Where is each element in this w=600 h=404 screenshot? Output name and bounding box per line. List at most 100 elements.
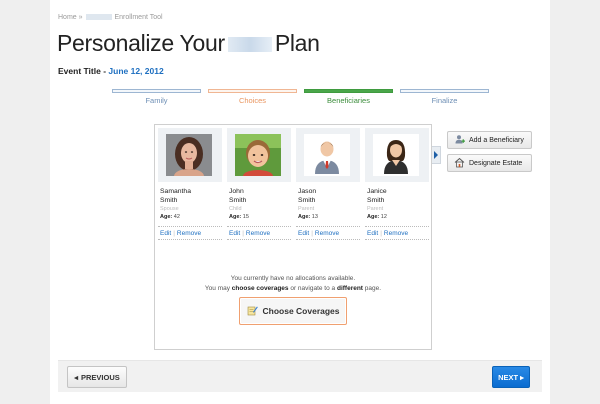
allocation-message: You currently have no allocations availa…: [230, 275, 356, 282]
beneficiary-card: Janice Smith Parent Age: 12 Edit | Remove: [365, 128, 429, 240]
step-label: Family: [145, 96, 168, 105]
avatar-tile: [296, 128, 360, 182]
edit-link[interactable]: Edit: [160, 230, 171, 237]
beneficiary-last-name: Smith: [367, 197, 385, 204]
scroll-right-arrow-icon[interactable]: [432, 146, 441, 164]
choose-coverages-label: Choose Coverages: [262, 306, 340, 316]
beneficiary-card: John Smith Child Age: 15 Edit | Remove: [227, 128, 291, 240]
step-choices[interactable]: Choices: [208, 89, 297, 105]
step-bar: [304, 89, 393, 93]
add-beneficiary-label: Add a Beneficiary: [469, 136, 524, 144]
age-label: Age:: [160, 214, 173, 220]
redacted-text: [227, 37, 272, 52]
breadcrumb-separator: »: [78, 14, 83, 21]
wizard-footer: ◂ PREVIOUS NEXT ▸: [58, 360, 542, 392]
divider: |: [311, 230, 313, 237]
choose-coverages-link[interactable]: choose coverages: [232, 285, 289, 292]
progress-steps: Family Choices Beneficiaries Finalize: [112, 89, 490, 109]
beneficiary-card: Samantha Smith Spouse Age: 42 Edit | Remov…: [158, 128, 222, 240]
boy-photo: [235, 134, 281, 176]
designate-estate-button[interactable]: Designate Estate: [447, 154, 532, 172]
age-label: Age:: [229, 214, 242, 220]
age-value: 15: [242, 214, 249, 220]
house-icon: [454, 157, 465, 170]
step-family[interactable]: Family: [112, 89, 201, 105]
different-page-link[interactable]: different: [337, 285, 363, 292]
hint-text: or navigate to a: [290, 285, 336, 292]
beneficiary-relation: Spouse: [160, 206, 179, 212]
page-title-prefix: Personalize Your: [57, 30, 225, 56]
edit-link[interactable]: Edit: [367, 230, 378, 237]
step-bar: [112, 89, 201, 93]
female-user-icon: [373, 134, 419, 176]
step-label: Choices: [238, 96, 267, 105]
step-beneficiaries[interactable]: Beneficiaries: [304, 89, 393, 105]
beneficiary-first-name: John: [229, 188, 244, 195]
beneficiary-first-name: Samantha: [160, 188, 191, 195]
previous-label: PREVIOUS: [81, 372, 120, 382]
remove-link[interactable]: Remove: [177, 230, 201, 237]
redacted-text: [85, 14, 112, 21]
remove-link[interactable]: Remove: [384, 230, 408, 237]
allocation-hint: You may choose coverages or navigate to …: [155, 285, 431, 292]
edit-link[interactable]: Edit: [229, 230, 240, 237]
breadcrumb-current: Enrollment Tool: [114, 14, 163, 21]
beneficiary-panel: Samantha Smith Spouse Age: 42 Edit | Remov…: [154, 124, 432, 350]
edit-link[interactable]: Edit: [298, 230, 309, 237]
card-actions: Edit | Remove: [227, 226, 291, 240]
remove-link[interactable]: Remove: [246, 230, 270, 237]
beneficiary-first-name: Janice: [367, 188, 387, 195]
divider: |: [242, 230, 244, 237]
event-title: Event Title - June 12, 2012: [58, 66, 164, 76]
hint-text: page.: [364, 285, 382, 292]
event-label: Event Title -: [58, 66, 107, 76]
pencil-notepad-icon: [247, 305, 258, 318]
beneficiary-last-name: Smith: [229, 197, 247, 204]
age-label: Age:: [298, 214, 311, 220]
step-label: Beneficiaries: [327, 96, 370, 105]
next-button[interactable]: NEXT ▸: [492, 366, 530, 388]
previous-button[interactable]: ◂ PREVIOUS: [67, 366, 127, 388]
avatar-tile: [158, 128, 222, 182]
chevron-right-icon: ▸: [520, 372, 524, 382]
beneficiary-relation: Parent: [298, 206, 315, 212]
card-actions: Edit | Remove: [158, 226, 222, 240]
breadcrumb: Home » Enrollment Tool: [58, 14, 163, 21]
divider: |: [380, 230, 382, 237]
card-actions: Edit | Remove: [365, 226, 429, 240]
beneficiary-age: Age: 12: [365, 214, 429, 220]
divider: |: [173, 230, 175, 237]
add-beneficiary-button[interactable]: Add a Beneficiary: [447, 131, 532, 149]
event-date: June 12, 2012: [108, 66, 164, 76]
beneficiary-relation: Parent: [367, 206, 384, 212]
step-finalize[interactable]: Finalize: [400, 89, 489, 105]
card-actions: Edit | Remove: [296, 226, 360, 240]
designate-estate-label: Designate Estate: [469, 159, 523, 167]
age-value: 13: [311, 214, 318, 220]
step-label: Finalize: [431, 96, 458, 105]
beneficiary-last-name: Smith: [298, 197, 316, 204]
beneficiary-card: Jason Smith Parent Age: 13 Edit | Remove: [296, 128, 360, 240]
avatar-tile: [227, 128, 291, 182]
next-label: NEXT: [498, 372, 519, 382]
beneficiary-age: Age: 13: [296, 214, 360, 220]
beneficiary-age: Age: 15: [227, 214, 291, 220]
beneficiary-last-name: Smith: [160, 197, 178, 204]
page-title-suffix: Plan: [274, 30, 320, 56]
page-title: Personalize Your Plan: [57, 30, 320, 57]
male-user-icon: [304, 134, 350, 176]
choose-coverages-button[interactable]: Choose Coverages: [239, 297, 347, 325]
age-label: Age:: [367, 214, 380, 220]
beneficiary-first-name: Jason: [298, 188, 317, 195]
hint-text: You may: [204, 285, 230, 292]
breadcrumb-home[interactable]: Home: [58, 14, 77, 21]
page: Home » Enrollment Tool Personalize Your P…: [50, 0, 550, 404]
chevron-left-icon: ◂: [74, 372, 78, 382]
woman-photo: [166, 134, 212, 176]
beneficiary-relation: Child: [229, 206, 242, 212]
avatar-tile: [365, 128, 429, 182]
age-value: 12: [380, 214, 387, 220]
step-bar: [400, 89, 489, 93]
age-value: 42: [173, 214, 180, 220]
remove-link[interactable]: Remove: [315, 230, 339, 237]
